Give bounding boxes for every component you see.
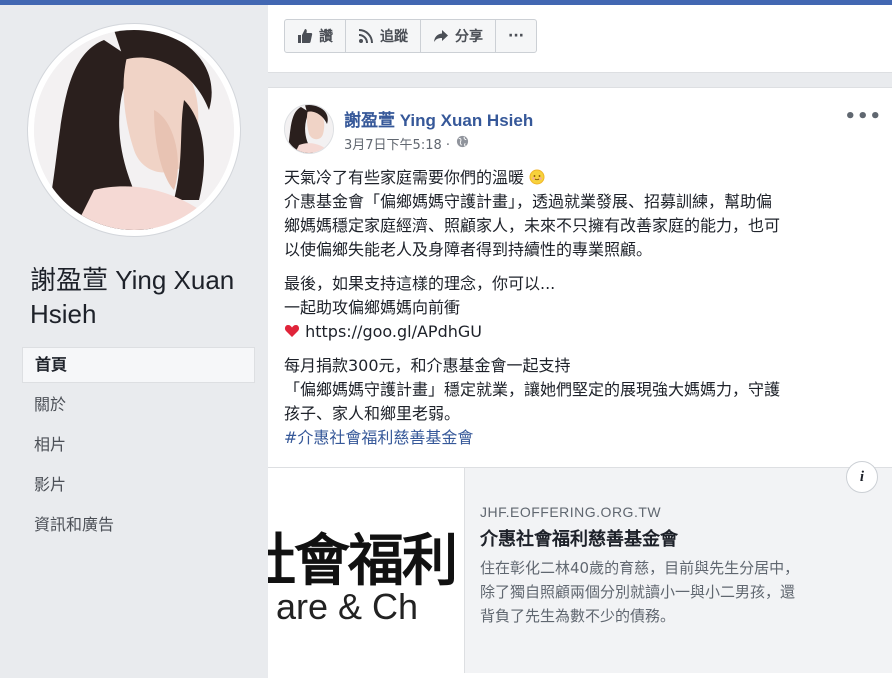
heart-emoji-icon: [284, 325, 300, 337]
like-label: 讚: [319, 29, 333, 45]
sun-emoji-icon: [529, 169, 545, 185]
main-column: 讚 追蹤 分享 ··· 謝盈萱 Ying Xuan Hsieh 3月7日下午5:…: [268, 5, 892, 678]
link-preview-image[interactable]: 社會福利 are & Ch: [268, 468, 465, 673]
post-body: 天氣冷了有些家庭需要你們的溫暖 介惠基金會「偏鄉媽媽守護計畫」，透過就業發展、招…: [284, 166, 884, 460]
follow-label: 追蹤: [380, 29, 408, 45]
post-hashtag-link[interactable]: #介惠社會福利慈善基金會: [284, 426, 884, 450]
post-line: 一起助攻偏鄉媽媽向前衝: [284, 298, 461, 317]
post-line[interactable]: https://goo.gl/APdhGU: [305, 322, 482, 341]
post-author-avatar[interactable]: [284, 104, 334, 154]
nav-item-videos[interactable]: 影片: [22, 467, 255, 503]
link-desc-line: 住在彰化二林40歲的育慈，目前與先生分居中，: [480, 559, 800, 577]
page-actions-bar: 讚 追蹤 分享 ···: [268, 5, 892, 73]
info-icon[interactable]: i: [846, 461, 878, 493]
profile-picture-frame[interactable]: [28, 24, 240, 236]
post-card: 謝盈萱 Ying Xuan Hsieh 3月7日下午5:18 · ••• 天氣冷…: [268, 87, 892, 678]
link-image-text-main: 社會福利: [268, 529, 458, 594]
post-options-button[interactable]: •••: [844, 106, 882, 127]
left-sidebar: 謝盈萱 Ying Xuan Hsieh 首頁 關於 相片 影片 資訊和廣告: [0, 5, 268, 670]
link-domain: JHF.EOFFERING.ORG.TW: [480, 504, 662, 520]
share-button[interactable]: 分享: [421, 20, 496, 52]
link-desc-line: 背負了先生為數不少的債務。: [480, 607, 676, 625]
nav-item-photos[interactable]: 相片: [22, 427, 255, 463]
more-dots-icon: ···: [508, 28, 524, 44]
share-arrow-icon: [433, 28, 449, 44]
nav-item-about[interactable]: 關於: [22, 387, 255, 423]
post-meta: 3月7日下午5:18 ·: [344, 134, 469, 153]
more-actions-button[interactable]: ···: [496, 20, 536, 52]
link-description: 住在彰化二林40歲的育慈，目前與先生分居中， 除了獨自照顧兩個分別就讀小一與小二…: [480, 556, 880, 628]
post-line: 「偏鄉媽媽守護計畫」穩定就業，讓她們堅定的展現強大媽媽力，守護: [284, 380, 781, 399]
globe-icon: [456, 135, 469, 152]
nav-item-home[interactable]: 首頁: [22, 347, 255, 383]
link-preview-card[interactable]: 社會福利 are & Ch JHF.EOFFERING.ORG.TW 介惠社會福…: [268, 461, 892, 673]
post-line: 介惠基金會「偏鄉媽媽守護計畫」，透過就業發展、招募訓練，幫助偏: [284, 192, 773, 211]
post-author-name[interactable]: 謝盈萱 Ying Xuan Hsieh: [344, 106, 533, 131]
post-timestamp[interactable]: 3月7日下午5:18 ·: [344, 134, 450, 153]
page-name: 謝盈萱 Ying Xuan Hsieh: [30, 265, 235, 329]
link-image-text-sub: are & Ch: [276, 586, 419, 627]
follow-button[interactable]: 追蹤: [346, 20, 421, 52]
post-line: 天氣冷了有些家庭需要你們的溫暖: [284, 168, 525, 187]
link-title[interactable]: 介惠社會福利慈善基金會: [480, 525, 678, 551]
nav-item-info-ads[interactable]: 資訊和廣告: [22, 507, 255, 543]
page-action-buttons: 讚 追蹤 分享 ···: [284, 19, 537, 53]
post-line: 孩子、家人和鄉里老弱。: [284, 404, 461, 423]
post-line: 鄉媽媽穩定家庭經濟、照顧家人，未來不只擁有改善家庭的能力，也可: [284, 216, 781, 235]
profile-picture[interactable]: [34, 30, 234, 230]
page-nav: 首頁 關於 相片 影片 資訊和廣告: [22, 347, 255, 547]
rss-icon: [358, 28, 374, 44]
post-line: 最後，如果支持這樣的理念，你可以...: [284, 274, 556, 293]
like-button[interactable]: 讚: [285, 20, 346, 52]
thumbs-up-icon: [297, 28, 313, 44]
post-line: 以使偏鄉失能老人及身障者得到持續性的專業照顧。: [284, 240, 653, 259]
post-line: 每月捐款300元，和介惠基金會一起支持: [284, 356, 571, 375]
share-label: 分享: [455, 29, 483, 45]
link-desc-line: 除了獨自照顧兩個分別就讀小一與小二男孩，還: [480, 583, 796, 601]
